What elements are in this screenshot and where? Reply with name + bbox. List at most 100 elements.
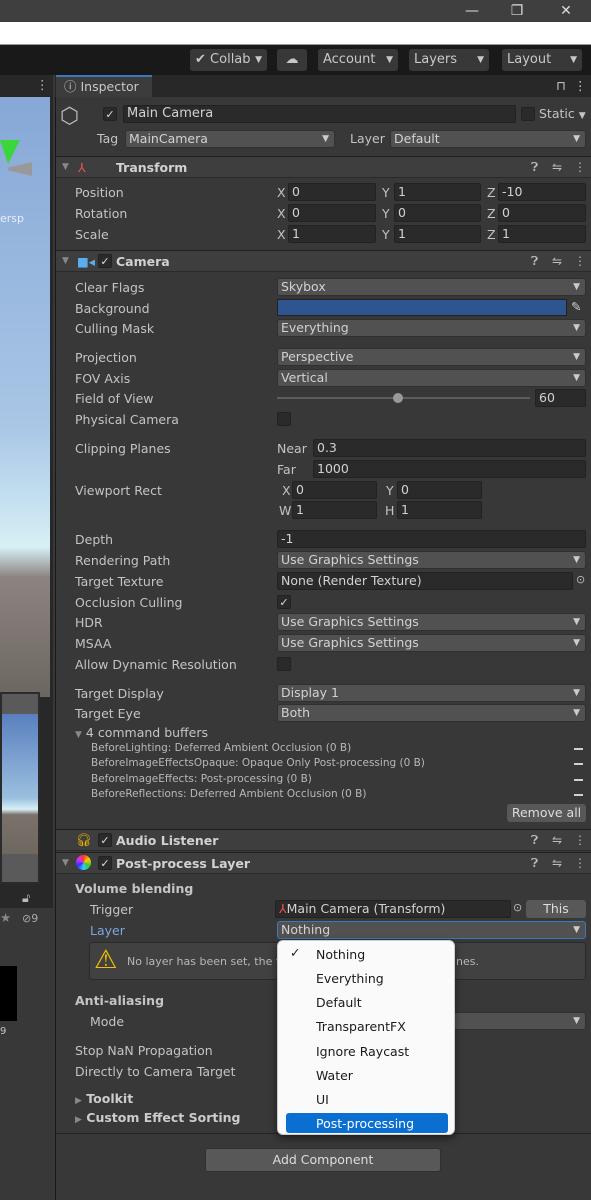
cloud-button[interactable]: ☁ — [277, 49, 307, 71]
more-icon[interactable]: ⋮ — [574, 254, 586, 268]
post-process-layer-header[interactable]: ▼ ✓ Post-process Layer ❓︎ ⇋ ⋮ — [56, 852, 591, 874]
menu-item-transparentfx[interactable]: TransparentFX — [316, 1019, 406, 1034]
menu-item-default[interactable]: Default — [316, 995, 362, 1010]
viewport-x[interactable]: 0 — [292, 481, 377, 499]
eyedropper-icon[interactable]: ✎ — [571, 299, 581, 314]
object-name-input[interactable]: Main Camera — [123, 105, 516, 123]
static-dropdown[interactable]: Static ▼ — [539, 106, 586, 121]
culling-mask-dropdown[interactable]: Everything ▼ — [277, 319, 586, 337]
pp-layer-dropdown[interactable]: Nothing ▼ — [277, 921, 586, 939]
viewport-h[interactable]: 1 — [397, 501, 482, 519]
projection-dropdown[interactable]: Perspective ▼ — [277, 348, 586, 366]
target-display-dropdown[interactable]: Display 1 ▼ — [277, 684, 586, 702]
fov-input[interactable]: 60 — [535, 389, 586, 407]
menu-item-post-processing[interactable]: Post-processing — [316, 1116, 414, 1131]
scale-x[interactable]: 1 — [288, 225, 376, 243]
star-icon[interactable]: ★ — [0, 910, 11, 925]
preset-icon[interactable]: ⇋ — [552, 856, 562, 870]
fov-slider-track[interactable] — [277, 397, 530, 399]
object-picker-icon[interactable]: ⊙ — [513, 901, 522, 914]
enabled-checkbox[interactable]: ✓ — [98, 254, 112, 268]
rendering-path-dropdown[interactable]: Use Graphics Settings ▼ — [277, 551, 586, 569]
layers-dropdown[interactable]: Layers ▼ — [409, 49, 489, 71]
target-texture-field[interactable]: None (Render Texture) — [277, 572, 573, 590]
trigger-field[interactable]: ⅄Main Camera (Transform) — [275, 900, 511, 918]
remove-buffer-button[interactable] — [574, 763, 583, 765]
audio-listener-header[interactable]: 🎧︎ ✓ Audio Listener ❓︎ ⇋ ⋮ — [56, 829, 591, 851]
collab-button[interactable]: ✔ Collab ▼ — [190, 49, 267, 71]
minimize-button[interactable]: — — [457, 2, 487, 20]
menu-item-ignore-raycast[interactable]: Ignore Raycast — [316, 1044, 409, 1059]
asset-thumbnail[interactable] — [0, 966, 17, 1021]
tag-dropdown[interactable]: MainCamera ▼ — [125, 130, 335, 148]
more-icon[interactable]: ⋮ — [574, 833, 586, 847]
viewport-w[interactable]: 1 — [292, 501, 377, 519]
occlusion-culling-checkbox[interactable]: ✓ — [277, 595, 291, 609]
preset-icon[interactable]: ⇋ — [552, 254, 562, 268]
far-input[interactable]: 1000 — [313, 460, 586, 478]
transform-header[interactable]: ▼ ⅄ Transform ❓︎ ⇋ ⋮ — [56, 156, 591, 178]
scale-z[interactable]: 1 — [498, 225, 586, 243]
more-icon[interactable]: ⋮ — [574, 856, 586, 870]
remove-buffer-button[interactable] — [574, 779, 583, 781]
custom-sorting-foldout[interactable]: ▶ Custom Effect Sorting — [75, 1110, 240, 1125]
tab-inspector[interactable]: ⓘ Inspector — [56, 75, 152, 97]
menu-item-water[interactable]: Water — [316, 1068, 353, 1083]
preset-icon[interactable]: ⇋ — [552, 160, 562, 174]
object-picker-icon[interactable]: ⊙ — [576, 573, 585, 586]
layer-dropdown[interactable]: Default ▼ — [390, 130, 586, 148]
physical-camera-checkbox[interactable] — [277, 412, 291, 426]
rotation-x[interactable]: 0 — [288, 204, 376, 222]
rotation-z[interactable]: 0 — [498, 204, 586, 222]
more-icon[interactable]: ⋮ — [574, 78, 587, 93]
lock-icon[interactable]: 🔓︎ — [22, 890, 30, 906]
dynamic-resolution-checkbox[interactable] — [277, 657, 291, 671]
scale-y[interactable]: 1 — [394, 225, 481, 243]
foldout-icon[interactable]: ▼ — [62, 162, 69, 172]
menu-item-nothing[interactable]: Nothing — [316, 947, 365, 962]
fov-axis-dropdown[interactable]: Vertical ▼ — [277, 369, 586, 387]
maximize-button[interactable]: ❐ — [502, 2, 532, 20]
foldout-icon[interactable]: ▼ — [62, 256, 69, 266]
this-button[interactable]: This — [526, 900, 586, 918]
gameobject-cube-icon[interactable]: ⬡ — [60, 104, 79, 129]
active-checkbox[interactable]: ✓ — [103, 107, 117, 121]
rotation-y[interactable]: 0 — [394, 204, 481, 222]
lock-icon[interactable]: ⊓ — [556, 78, 566, 93]
near-input[interactable]: 0.3 — [313, 439, 586, 457]
toolkit-foldout[interactable]: ▶ Toolkit — [75, 1091, 133, 1106]
hidden-count[interactable]: ⊘9 — [22, 912, 38, 925]
msaa-dropdown[interactable]: Use Graphics Settings ▼ — [277, 634, 586, 652]
help-icon[interactable]: ❓︎ — [531, 160, 538, 175]
remove-buffer-button[interactable] — [574, 748, 583, 750]
position-x[interactable]: 0 — [288, 183, 376, 201]
add-component-button[interactable]: Add Component — [205, 1148, 441, 1172]
enabled-checkbox[interactable]: ✓ — [98, 856, 112, 870]
remove-buffer-button[interactable] — [574, 794, 583, 796]
help-icon[interactable]: ❓︎ — [531, 254, 538, 269]
static-checkbox[interactable] — [521, 107, 535, 121]
camera-header[interactable]: ▼ ■◂ ✓ Camera ❓︎ ⇋ ⋮ — [56, 250, 591, 272]
more-icon[interactable]: ⋮ — [36, 77, 49, 92]
more-icon[interactable]: ⋮ — [574, 160, 586, 174]
help-icon[interactable]: ❓︎ — [531, 833, 538, 848]
viewport-y[interactable]: 0 — [397, 481, 482, 499]
enabled-checkbox[interactable]: ✓ — [98, 833, 112, 847]
preset-icon[interactable]: ⇋ — [552, 833, 562, 847]
position-y[interactable]: 1 — [394, 183, 481, 201]
layout-dropdown[interactable]: Layout ▼ — [502, 49, 582, 71]
command-buffers-foldout[interactable]: ▼ 4 command buffers — [75, 725, 208, 740]
account-dropdown[interactable]: Account ▼ — [318, 49, 398, 71]
position-z[interactable]: -10 — [498, 183, 586, 201]
hdr-dropdown[interactable]: Use Graphics Settings ▼ — [277, 613, 586, 631]
foldout-icon[interactable]: ▼ — [62, 858, 69, 868]
remove-all-button[interactable]: Remove all — [507, 804, 586, 822]
help-icon[interactable]: ❓︎ — [531, 856, 538, 871]
target-eye-dropdown[interactable]: Both ▼ — [277, 704, 586, 722]
close-button[interactable]: ✕ — [551, 2, 581, 20]
menu-item-everything[interactable]: Everything — [316, 971, 384, 986]
menu-item-ui[interactable]: UI — [316, 1092, 329, 1107]
background-color-field[interactable] — [277, 299, 567, 316]
scene-view[interactable] — [0, 97, 50, 697]
depth-input[interactable]: -1 — [277, 530, 586, 548]
